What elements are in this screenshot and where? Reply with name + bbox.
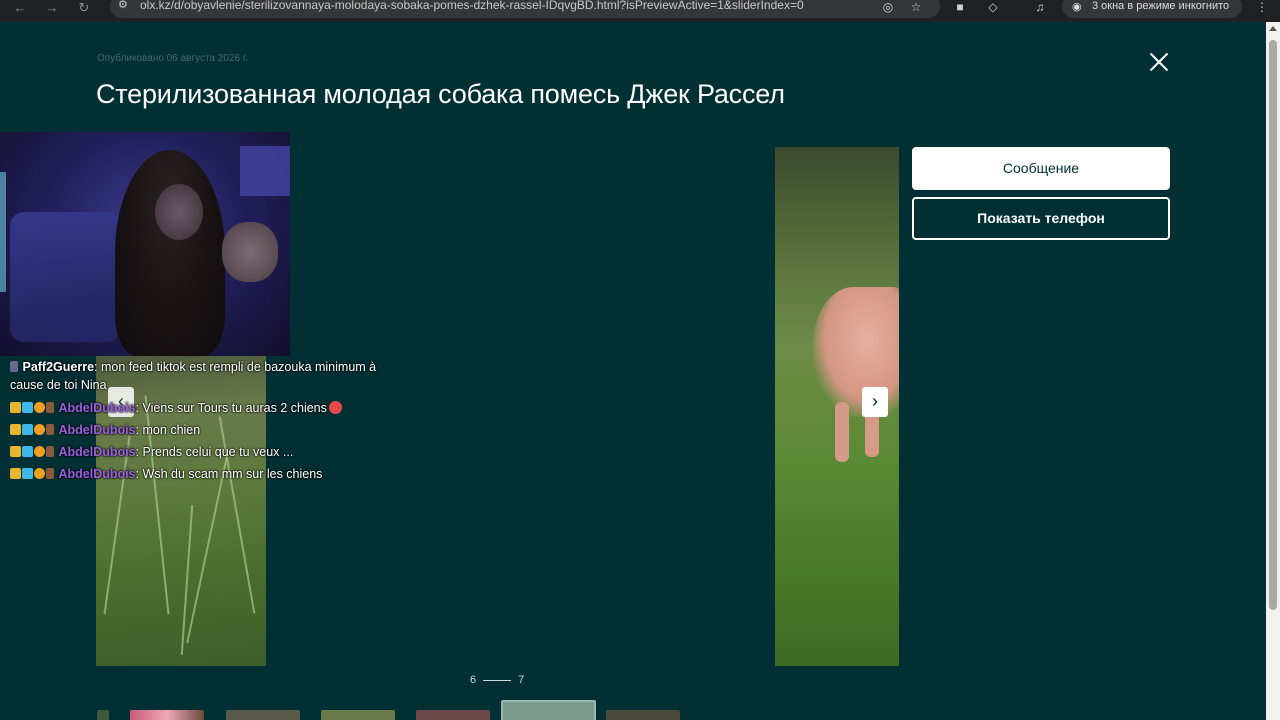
coin-badge-icon: [34, 468, 45, 479]
chat-text: : Viens sur Tours tu auras 2 chiens: [135, 401, 327, 415]
chat-message: AbdelDubois: Wsh du scam mm sur les chie…: [10, 463, 410, 485]
address-bar[interactable]: ⚙ olx.kz/d/obyavlenie/sterilizovannaya-m…: [110, 0, 940, 18]
coin-badge-icon: [34, 402, 45, 413]
coin-badge-icon: [34, 446, 45, 457]
thumbnail[interactable]: [130, 710, 204, 720]
browser-toolbar: ← → ↻ ⚙ olx.kz/d/obyavlenie/sterilizovan…: [0, 0, 1280, 22]
crown-badge-icon: [10, 402, 21, 413]
thumbnail[interactable]: [416, 710, 490, 720]
scroll-thumb[interactable]: [1269, 40, 1277, 610]
page-scrollbar[interactable]: [1266, 22, 1280, 720]
gaming-chair: [10, 212, 120, 342]
media-icon[interactable]: ♫: [1032, 0, 1048, 16]
stream-chat: Paff2Guerre: mon feed tiktok est rempli …: [10, 357, 410, 485]
badge-icon: [10, 361, 18, 372]
thumbnail-active[interactable]: [501, 700, 596, 720]
chat-username: AbdelDubois: [58, 423, 136, 437]
streamer: [115, 150, 225, 356]
reload-icon[interactable]: ↻: [76, 1, 92, 17]
crown-badge-icon: [10, 424, 21, 435]
message-button[interactable]: Сообщение: [912, 147, 1170, 190]
chat-message: Paff2Guerre: mon feed tiktok est rempli …: [10, 357, 410, 394]
published-date: Опубликовано 06 августа 2026 г.: [97, 53, 249, 64]
puzzle-icon[interactable]: ◇: [985, 0, 1001, 16]
coin-badge-icon: [34, 424, 45, 435]
forward-arrow-icon[interactable]: →: [44, 1, 60, 17]
mod-badge-icon: [46, 446, 54, 457]
incognito-icon: ◉: [1072, 1, 1082, 13]
chat-username: Paff2Guerre: [22, 360, 95, 374]
chat-text: : Prends celui que tu veux ...: [135, 445, 294, 459]
chat-message: AbdelDubois: Prends celui que tu veux ..…: [10, 441, 410, 463]
extension-icon[interactable]: ■: [952, 0, 968, 16]
hand-cursor-icon: ☝: [872, 404, 881, 420]
chat-message: AbdelDubois: mon chien: [10, 419, 410, 441]
sub-badge-icon: [22, 468, 33, 479]
chat-username: AbdelDubois: [58, 467, 136, 481]
sub-badge-icon: [22, 446, 33, 457]
incognito-badge[interactable]: ◉ 3 окна в режиме инкогнито: [1062, 0, 1242, 18]
mod-badge-icon: [46, 402, 54, 413]
thumbnail[interactable]: [321, 710, 395, 720]
sub-badge-icon: [22, 424, 33, 435]
pager-total: 7: [518, 674, 525, 686]
chat-text: : Wsh du scam mm sur les chiens: [135, 467, 323, 481]
mod-badge-icon: [46, 424, 54, 435]
crown-badge-icon: [10, 468, 21, 479]
thumbnail[interactable]: [226, 710, 300, 720]
devil-emoji-icon: [328, 401, 342, 414]
url-text: olx.kz/d/obyavlenie/sterilizovannaya-mol…: [140, 0, 804, 12]
star-icon[interactable]: ☆: [908, 0, 924, 16]
sub-badge-icon: [22, 402, 33, 413]
thumbnail[interactable]: [606, 710, 680, 720]
page-title: Стерилизованная молодая собака помесь Дж…: [96, 79, 785, 109]
close-icon[interactable]: [1146, 49, 1172, 75]
back-arrow-icon[interactable]: ←: [12, 1, 28, 17]
chat-username: AbdelDubois: [58, 445, 136, 459]
crown-badge-icon: [10, 446, 21, 457]
webcam-overlay: [0, 132, 290, 356]
incognito-label: 3 окна в режиме инкогнито: [1092, 0, 1230, 12]
chat-username: AbdelDubois: [58, 401, 136, 415]
slider-pager: 67: [470, 674, 524, 686]
menu-dots-icon[interactable]: ⋮: [1254, 0, 1270, 16]
chat-message: AbdelDubois: Viens sur Tours tu auras 2 …: [10, 397, 410, 419]
eye-off-icon[interactable]: ◎: [880, 0, 896, 16]
show-phone-button[interactable]: Показать телефон: [912, 197, 1170, 240]
mod-badge-icon: [46, 468, 54, 479]
thumbnail[interactable]: [97, 710, 109, 720]
pager-separator: [483, 679, 512, 681]
chat-text: : mon chien: [135, 423, 201, 437]
pager-current: 6: [470, 674, 477, 686]
site-info-icon[interactable]: ⚙: [118, 0, 132, 12]
scroll-up-icon[interactable]: [1269, 26, 1277, 31]
